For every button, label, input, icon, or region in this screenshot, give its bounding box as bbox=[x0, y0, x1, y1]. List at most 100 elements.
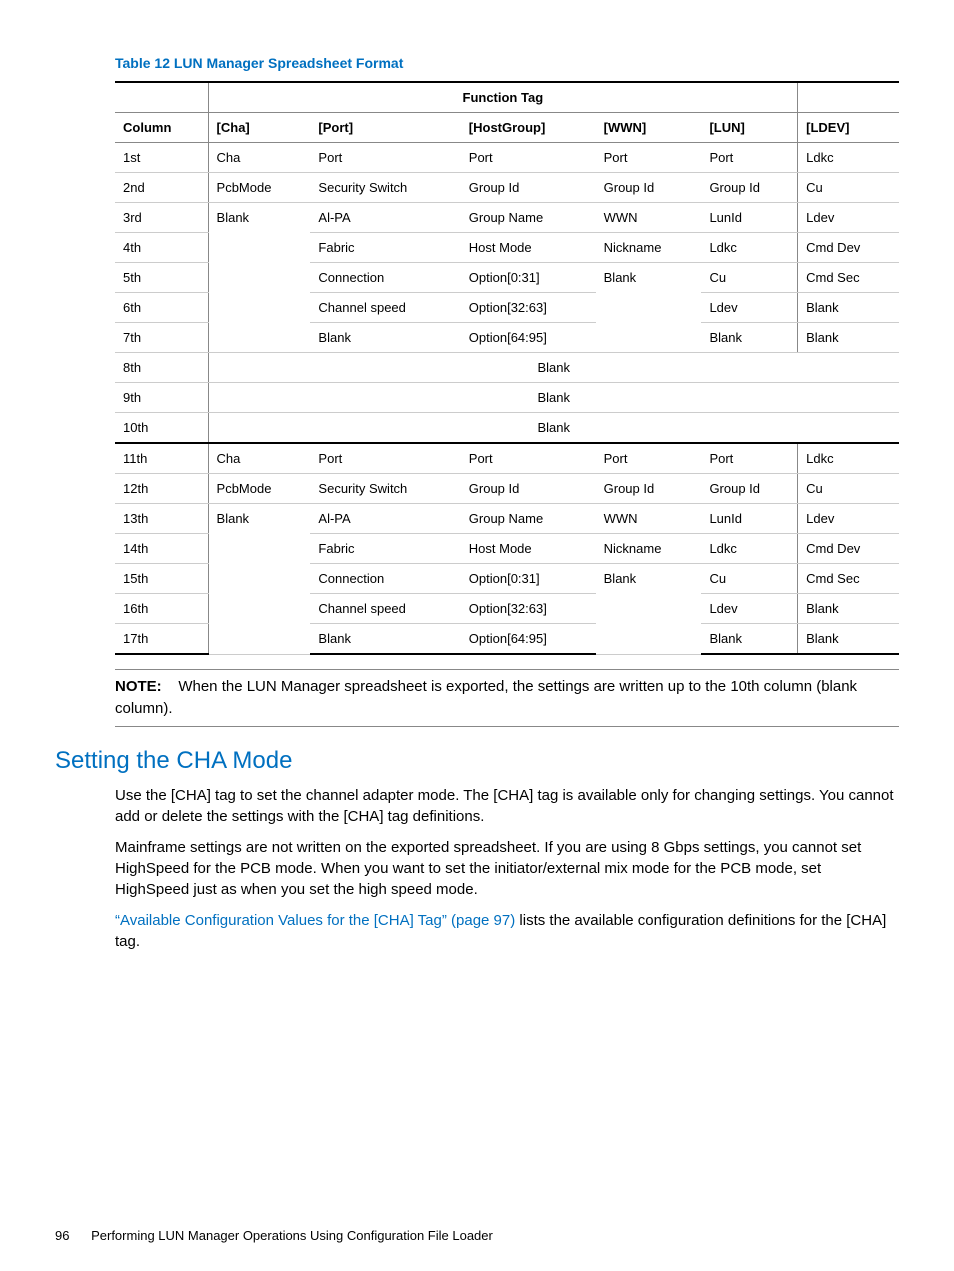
section-heading: Setting the CHA Mode bbox=[55, 747, 899, 775]
note-box: NOTE: When the LUN Manager spreadsheet i… bbox=[115, 669, 899, 727]
table-cell: Blank bbox=[596, 263, 702, 353]
table-cell: Ldkc bbox=[798, 443, 899, 474]
lun-format-table: Function Tag Column [Cha] [Port] [HostGr… bbox=[115, 81, 899, 655]
table-cell: Channel speed bbox=[310, 594, 460, 624]
table-cell: Channel speed bbox=[310, 293, 460, 323]
table-cell: Blank bbox=[310, 624, 460, 655]
th-wwn: [WWN] bbox=[596, 113, 702, 143]
table-cell: 17th bbox=[115, 624, 208, 655]
table-cell: Cu bbox=[798, 173, 899, 203]
table-cell: Connection bbox=[310, 263, 460, 293]
footer-text: Performing LUN Manager Operations Using … bbox=[91, 1228, 493, 1243]
table-cell: Port bbox=[596, 443, 702, 474]
table-cell: Blank bbox=[208, 413, 899, 444]
table-cell: Port bbox=[461, 143, 596, 173]
table-cell: Cha bbox=[208, 143, 310, 173]
table-cell: Port bbox=[701, 143, 797, 173]
table-cell: Group Id bbox=[701, 173, 797, 203]
table-cell: Blank bbox=[798, 594, 899, 624]
table-cell: 1st bbox=[115, 143, 208, 173]
table-row: 8thBlank bbox=[115, 353, 899, 383]
table-cell: Blank bbox=[310, 323, 460, 353]
table-cell: Cmd Sec bbox=[798, 564, 899, 594]
table-cell: Connection bbox=[310, 564, 460, 594]
table-cell: WWN bbox=[596, 504, 702, 534]
table-cell: Security Switch bbox=[310, 173, 460, 203]
table-cell: Blank bbox=[208, 383, 899, 413]
table-cell: 12th bbox=[115, 474, 208, 504]
th-ldev: [LDEV] bbox=[798, 113, 899, 143]
para-3: “Available Configuration Values for the … bbox=[115, 910, 899, 952]
table-cell: Blank bbox=[208, 353, 899, 383]
th-lun: [LUN] bbox=[701, 113, 797, 143]
page-number: 96 bbox=[55, 1228, 69, 1243]
table-cell: Ldkc bbox=[701, 233, 797, 263]
th-blank2 bbox=[798, 82, 899, 113]
table-cell: Ldkc bbox=[798, 143, 899, 173]
table-cell: 2nd bbox=[115, 173, 208, 203]
table-cell: LunId bbox=[701, 203, 797, 233]
table-cell: Security Switch bbox=[310, 474, 460, 504]
para-2: Mainframe settings are not written on th… bbox=[115, 837, 899, 900]
table-cell: Al-PA bbox=[310, 504, 460, 534]
table-cell: Nickname bbox=[596, 534, 702, 564]
table-cell: PcbMode bbox=[208, 474, 310, 504]
table-cell: Group Id bbox=[596, 173, 702, 203]
table-cell: 8th bbox=[115, 353, 208, 383]
table-cell: Port bbox=[310, 143, 460, 173]
table-cell: Nickname bbox=[596, 233, 702, 263]
table-cell: 13th bbox=[115, 504, 208, 534]
table-cell: Option[0:31] bbox=[461, 263, 596, 293]
table-cell: Ldev bbox=[798, 504, 899, 534]
table-cell: Ldkc bbox=[701, 534, 797, 564]
table-cell: LunId bbox=[701, 504, 797, 534]
table-cell: Blank bbox=[798, 293, 899, 323]
table-cell: Group Id bbox=[461, 173, 596, 203]
table-cell: 3rd bbox=[115, 203, 208, 233]
table-cell: 14th bbox=[115, 534, 208, 564]
table-cell: Blank bbox=[798, 323, 899, 353]
table-cell: Fabric bbox=[310, 534, 460, 564]
page-footer: 96 Performing LUN Manager Operations Usi… bbox=[55, 1228, 493, 1243]
table-cell: Option[64:95] bbox=[461, 323, 596, 353]
table-cell: Cmd Sec bbox=[798, 263, 899, 293]
th-cha: [Cha] bbox=[208, 113, 310, 143]
table-cell: Ldev bbox=[701, 594, 797, 624]
th-column: Column bbox=[115, 113, 208, 143]
table-cell: Group Id bbox=[461, 474, 596, 504]
table-cell: Group Id bbox=[596, 474, 702, 504]
table-cell: Cha bbox=[208, 443, 310, 474]
table-cell: Blank bbox=[208, 504, 310, 655]
table-cell: Port bbox=[701, 443, 797, 474]
table-cell: Blank bbox=[701, 323, 797, 353]
table-cell: WWN bbox=[596, 203, 702, 233]
table-cell: 5th bbox=[115, 263, 208, 293]
table-cell: Option[32:63] bbox=[461, 594, 596, 624]
th-function-tag: Function Tag bbox=[208, 82, 798, 113]
table-cell: Host Mode bbox=[461, 233, 596, 263]
table-cell: 16th bbox=[115, 594, 208, 624]
table-cell: 4th bbox=[115, 233, 208, 263]
table-cell: 10th bbox=[115, 413, 208, 444]
th-blank bbox=[115, 82, 208, 113]
table-row: 13thBlankAl-PAGroup NameWWNLunIdLdev bbox=[115, 504, 899, 534]
table-cell: Port bbox=[596, 143, 702, 173]
table-cell: Blank bbox=[208, 203, 310, 353]
table-row: 10thBlank bbox=[115, 413, 899, 444]
table-cell: Blank bbox=[596, 564, 702, 655]
th-port: [Port] bbox=[310, 113, 460, 143]
table-cell: Blank bbox=[798, 624, 899, 655]
table-cell: 6th bbox=[115, 293, 208, 323]
table-cell: Group Id bbox=[701, 474, 797, 504]
table-row: 2ndPcbModeSecurity SwitchGroup IdGroup I… bbox=[115, 173, 899, 203]
table-cell: PcbMode bbox=[208, 173, 310, 203]
table-title: Table 12 LUN Manager Spreadsheet Format bbox=[115, 55, 899, 71]
table-cell: Cu bbox=[798, 474, 899, 504]
table-cell: Group Name bbox=[461, 203, 596, 233]
table-row: 11thChaPortPortPortPortLdkc bbox=[115, 443, 899, 474]
table-cell: 7th bbox=[115, 323, 208, 353]
table-cell: Ldev bbox=[798, 203, 899, 233]
cha-config-link[interactable]: “Available Configuration Values for the … bbox=[115, 912, 515, 929]
para-1: Use the [CHA] tag to set the channel ada… bbox=[115, 785, 899, 827]
table-cell: 9th bbox=[115, 383, 208, 413]
